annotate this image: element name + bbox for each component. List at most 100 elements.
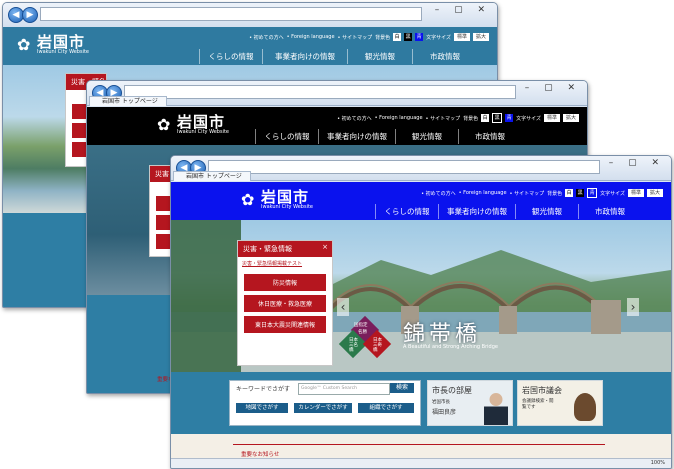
keyword-search-panel: キーワードでさがす Google™ Custom Search 検索 地図でさが… [229,380,421,426]
logo-sub: Iwakuni City Website [261,204,314,210]
gnav-business[interactable]: 事業者向けの情報 [438,204,515,219]
gnav-kurashi[interactable]: くらしの情報 [199,49,262,64]
util-foreign[interactable]: • Foreign language [287,34,335,40]
search-label: キーワードでさがす [236,386,291,393]
gnav-tourism[interactable]: 観光情報 [395,129,458,144]
bgcolor-label: 背景色 [547,190,563,197]
bg-black-button[interactable]: 黒 [404,33,413,41]
site-header: ✿ 岩国市 Iwakuni City Website • 初めての方へ • Fo… [3,27,497,65]
window-controls[interactable]: – ▢ ✕ [525,83,581,93]
bg-blue-button[interactable]: 青 [505,114,514,122]
close-icon[interactable]: × [322,243,328,251]
council-banner[interactable]: 岩国市議会 会議録検索・閲覧です [517,380,603,426]
font-enlarge-button[interactable]: 拡大 [562,114,579,122]
badge-left-text: 日本三名橋 [349,338,358,353]
window-controls[interactable]: – ▢ ✕ [609,158,665,168]
logo-sub: Iwakuni City Website [177,129,230,135]
bg-blue-button[interactable]: 青 [415,33,424,41]
flower-logo-icon: ✿ [241,190,255,209]
bg-black-button[interactable]: 黒 [576,189,585,197]
bg-white-button[interactable]: 白 [565,189,574,197]
alert-button-medical[interactable]: 休日医療・救急医療 [244,295,326,312]
util-sitemap[interactable]: • サイトマップ [426,115,461,122]
font-standard-button[interactable]: 標準 [453,33,470,41]
font-standard-button[interactable]: 標準 [543,114,560,122]
fontsize-label: 文字サイズ [426,34,451,41]
util-foreign[interactable]: • Foreign language [459,190,507,196]
mayor-title: 市長の部屋 [432,386,472,395]
alert-button-earthquake[interactable]: 東日本大震災関連情報 [244,316,326,333]
search-input[interactable]: Google™ Custom Search [298,383,390,395]
gnav-business[interactable]: 事業者向けの情報 [318,129,395,144]
notice-divider [233,444,605,445]
browser-tab[interactable]: 岩国市 トップページ [173,171,251,181]
bgcolor-label: 背景色 [463,115,479,122]
bottom-area: キーワードでさがす Google™ Custom Search 検索 地図でさが… [171,372,671,468]
flower-logo-icon: ✿ [17,35,31,54]
bg-white-button[interactable]: 白 [481,114,490,122]
browser-window-blue: ◀ ▶ – ▢ ✕ 岩国市 トップページ ✿ 岩国市 Iwakuni City … [170,155,672,469]
alert-test-link[interactable]: 災害・緊急情報掲載テスト [238,257,332,270]
logo-sub: Iwakuni City Website [37,49,90,55]
badge-right-text: 日本三奇橋 [373,338,382,353]
org-search-button[interactable]: 組織でさがす [358,403,414,413]
gnav-shisei[interactable]: 市政情報 [578,204,641,219]
map-search-button[interactable]: 地図でさがす [236,403,288,413]
gnav-business[interactable]: 事業者向けの情報 [262,49,347,64]
alert-title: 災害・緊急情報 [243,245,292,253]
font-enlarge-button[interactable]: 拡大 [472,33,489,41]
slider-next-button[interactable]: › [627,298,639,316]
util-first-time[interactable]: • 初めての方へ [249,34,284,41]
badge-center-top: 国指定 [354,323,368,328]
bgcolor-label: 背景色 [375,34,391,41]
bg-white-button[interactable]: 白 [393,33,402,41]
global-nav: くらしの情報 事業者向けの情報 観光情報 市政情報 [255,129,521,144]
important-notice[interactable]: 重要なお知らせ [241,450,279,458]
council-title: 岩国市議会 [522,386,562,395]
mayor-banner[interactable]: 市長の部屋 岩国市長 福田良彦 [427,380,513,426]
alert-button-bousai[interactable]: 防災情報 [244,274,326,291]
mayor-photo-icon [484,391,508,425]
font-standard-button[interactable]: 標準 [627,189,644,197]
mascot-icon [574,393,596,421]
utility-nav: • 初めての方へ • Foreign language • サイトマップ 背景色… [337,113,579,123]
browser-tab[interactable]: 岩国市 トップページ [89,96,167,106]
gnav-tourism[interactable]: 観光情報 [347,49,412,64]
gnav-tourism[interactable]: 観光情報 [515,204,578,219]
slider-prev-button[interactable]: ‹ [337,298,349,316]
calendar-search-button[interactable]: カレンダーでさがす [294,403,352,413]
mayor-name: 福田良彦 [432,409,457,416]
flower-logo-icon: ✿ [157,115,171,134]
gnav-shisei[interactable]: 市政情報 [412,49,477,64]
council-sub: 会議録検索・閲覧です [522,399,554,410]
site-header: ✿ 岩国市 Iwakuni City Website • 初めての方へ • Fo… [171,182,671,220]
badge-diamond: 国指定 名勝 日本三名橋 日本三奇橋 [338,315,392,368]
util-sitemap[interactable]: • サイトマップ [338,34,373,41]
address-bar[interactable] [40,7,422,21]
status-bar: 100% [171,458,671,468]
gnav-kurashi[interactable]: くらしの情報 [255,129,318,144]
gnav-kurashi[interactable]: くらしの情報 [375,204,438,219]
fontsize-label: 文字サイズ [600,190,625,197]
bg-blue-button[interactable]: 青 [587,188,598,198]
utility-nav: • 初めての方へ • Foreign language • サイトマップ 背景色… [249,33,489,41]
zoom-level[interactable]: 100% [651,460,665,466]
util-first-time[interactable]: • 初めての方へ [337,115,372,122]
window-controls[interactable]: – ▢ ✕ [435,5,491,15]
address-bar[interactable] [208,160,600,174]
hero-caption-sub: A Beautiful and Strong Arching Bridge [403,344,498,350]
forward-button[interactable]: ▶ [22,7,38,23]
util-first-time[interactable]: • 初めての方へ [421,190,456,197]
util-sitemap[interactable]: • サイトマップ [510,190,545,197]
badge-center-bottom: 名勝 [358,330,367,335]
site-header: ✿ 岩国市 Iwakuni City Website • 初めての方へ • Fo… [87,107,587,145]
search-button[interactable]: 検索 [390,383,414,393]
fontsize-label: 文字サイズ [516,115,541,122]
gnav-shisei[interactable]: 市政情報 [458,129,521,144]
global-nav: くらしの情報 事業者向けの情報 観光情報 市政情報 [199,49,477,64]
util-foreign[interactable]: • Foreign language [375,115,423,121]
font-enlarge-button[interactable]: 拡大 [646,189,663,197]
address-bar[interactable] [124,85,516,99]
browser-chrome: ◀ ▶ – ▢ ✕ [3,3,497,28]
bg-black-button[interactable]: 黒 [492,113,503,123]
